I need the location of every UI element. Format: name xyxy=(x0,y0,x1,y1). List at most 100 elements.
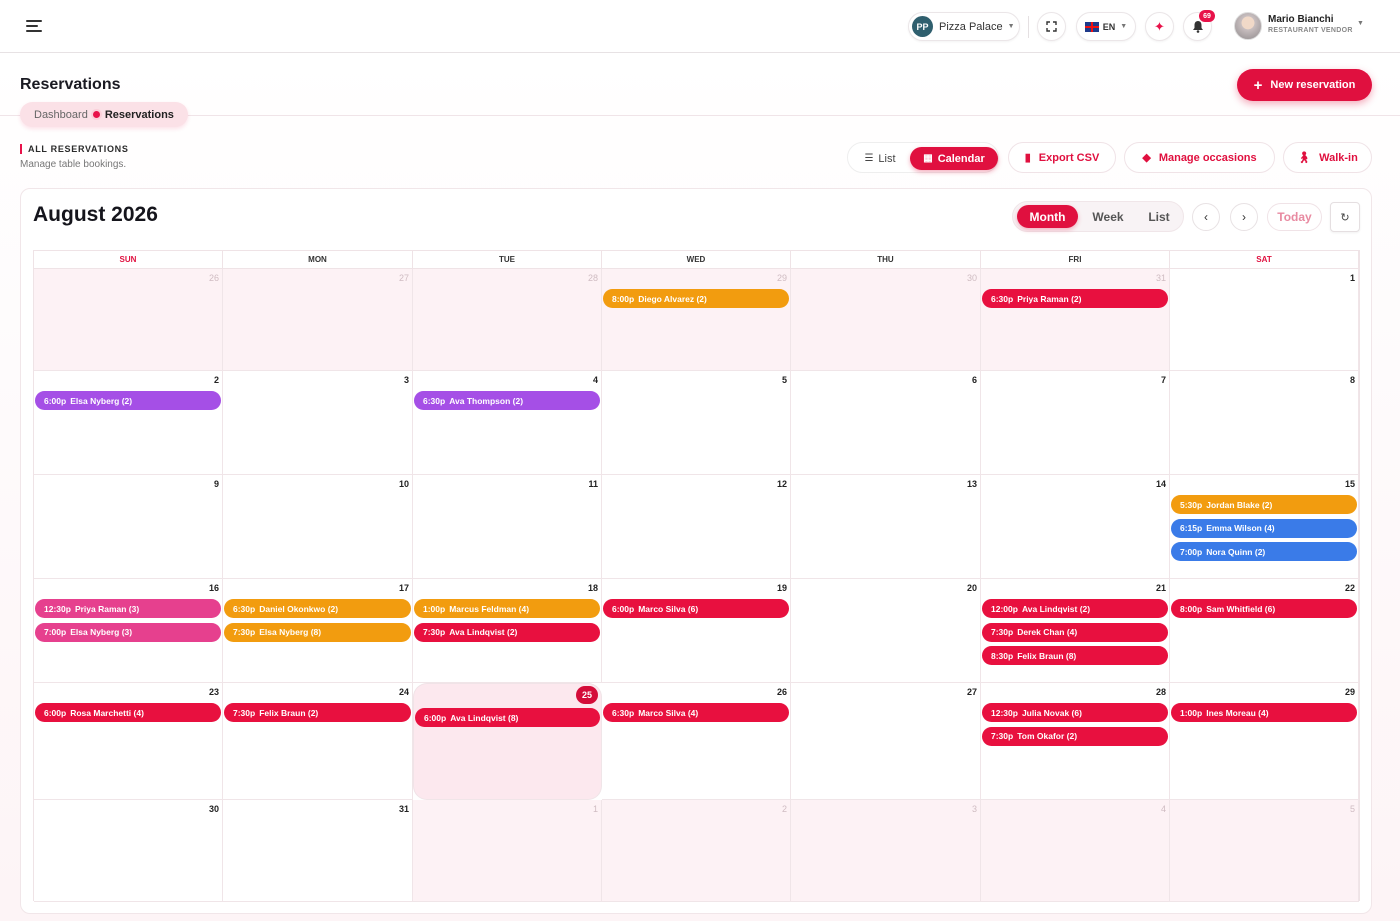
reservation-event[interactable]: 7:30p Tom Okafor (2) xyxy=(982,726,1168,746)
day-cell[interactable]: 3 xyxy=(791,800,981,902)
day-cell[interactable]: 23 6:00p Rosa Marchetti (4) xyxy=(34,683,223,800)
reservation-event[interactable]: 5:30p Jordan Blake (2) xyxy=(1171,495,1357,514)
reservation-event[interactable]: 6:00p Rosa Marchetti (4) xyxy=(35,703,221,722)
day-cell[interactable]: 16 12:30p Priya Raman (3) 7:00p Elsa Nyberg … xyxy=(34,579,223,683)
chevron-down-icon: ▼ xyxy=(1120,23,1128,30)
month-view-button[interactable]: Month xyxy=(1017,205,1078,228)
walk-in-button[interactable]: 🚶︎ Walk-in xyxy=(1283,142,1372,173)
language-selector[interactable]: EN ▼ xyxy=(1076,12,1136,41)
day-cell[interactable]: 8 xyxy=(1170,371,1359,475)
day-cell[interactable]: 6 xyxy=(791,371,981,475)
reservation-event[interactable]: 7:00p Nora Quinn (2) xyxy=(1171,542,1357,561)
reservation-event[interactable]: 6:30p Daniel Okonkwo (2) xyxy=(224,599,411,618)
reservation-event[interactable]: 6:00p Marco Silva (6) xyxy=(603,599,789,618)
day-number: 20 xyxy=(966,583,977,593)
previous-month-button[interactable]: ‹ xyxy=(1192,203,1220,231)
day-cell[interactable]: 26 xyxy=(34,269,223,371)
restaurant-selector[interactable]: PP Pizza Palace ▼ xyxy=(908,12,1020,41)
reservation-event[interactable]: 12:30p Priya Raman (3) xyxy=(35,599,221,618)
day-cell[interactable]: 7 xyxy=(981,371,1170,475)
refresh-icon: ↻ xyxy=(1340,211,1350,224)
reservation-event[interactable]: 6:30p Marco Silva (4) xyxy=(603,703,789,722)
breadcrumb-dashboard[interactable]: Dashboard xyxy=(34,109,88,121)
reservation-event[interactable]: 7:30p Elsa Nyberg (8) xyxy=(224,622,411,642)
day-cell[interactable]: 4 6:30p Ava Thompson (2) xyxy=(413,371,602,475)
day-cell[interactable]: 1 xyxy=(1170,269,1359,371)
day-cell[interactable]: 5 xyxy=(602,371,791,475)
day-cell[interactable]: 19 6:00p Marco Silva (6) xyxy=(602,579,791,683)
day-cell[interactable]: 31 xyxy=(223,800,413,902)
calendar-view-button[interactable]: ▦ Calendar xyxy=(910,147,998,170)
reservation-event[interactable]: 8:00p Sam Whitfield (6) xyxy=(1171,599,1357,618)
event-guest: Marcus Feldman (4) xyxy=(449,603,530,614)
day-cell[interactable]: 17 6:30p Daniel Okonkwo (2) 7:30p Elsa Nyber… xyxy=(223,579,413,683)
day-cell[interactable]: 28 12:30p Julia Novak (6) 7:30p Tom Okafor (… xyxy=(981,683,1170,800)
day-cell[interactable]: 3 xyxy=(223,371,413,475)
reservation-event[interactable]: 12:30p Julia Novak (6) xyxy=(982,703,1168,722)
reservation-event[interactable]: 7:30p Felix Braun (2) xyxy=(224,703,411,722)
day-number: 10 xyxy=(398,479,409,489)
day-cell[interactable]: 26 6:30p Marco Silva (4) xyxy=(602,683,791,800)
list-view-button[interactable]: ☰ List xyxy=(854,147,906,170)
fullscreen-button[interactable] xyxy=(1037,12,1066,41)
reservation-event[interactable]: 12:00p Ava Lindqvist (2) xyxy=(982,599,1168,618)
chevron-down-icon: ▼ xyxy=(1007,23,1015,30)
event-guest: Felix Braun (2) xyxy=(259,707,319,718)
reservation-event[interactable]: 1:00p Marcus Feldman (4) xyxy=(414,599,600,618)
reservation-event[interactable]: 1:00p Ines Moreau (4) xyxy=(1171,703,1357,722)
new-reservation-button[interactable]: + New reservation xyxy=(1237,69,1372,101)
next-month-button[interactable]: › xyxy=(1230,203,1258,231)
reservation-event[interactable]: 7:30p Ava Lindqvist (2) xyxy=(414,622,600,642)
user-name[interactable]: Mario Bianchi xyxy=(1268,14,1334,25)
day-cell[interactable]: 24 7:30p Felix Braun (2) xyxy=(223,683,413,800)
day-cell[interactable]: 27 xyxy=(791,683,981,800)
refresh-button[interactable]: ↻ xyxy=(1330,202,1360,232)
day-cell[interactable]: 1 xyxy=(413,800,602,902)
reservation-event[interactable]: 6:30p Ava Thompson (2) xyxy=(414,391,600,410)
reservation-event[interactable]: 6:15p Emma Wilson (4) xyxy=(1171,518,1357,538)
day-cell[interactable]: 13 xyxy=(791,475,981,579)
day-cell[interactable]: 31 6:30p Priya Raman (2) xyxy=(981,269,1170,371)
day-cell[interactable]: 11 xyxy=(413,475,602,579)
day-cell[interactable]: 25 6:00p Ava Lindqvist (8) xyxy=(413,683,602,800)
manage-occasions-button[interactable]: ◆ Manage occasions xyxy=(1124,142,1275,173)
day-cell[interactable]: 27 xyxy=(223,269,413,371)
day-cell[interactable]: 21 12:00p Ava Lindqvist (2) 7:30p Derek Chan… xyxy=(981,579,1170,683)
list-view-button[interactable]: List xyxy=(1139,205,1179,228)
day-cell[interactable]: 2 xyxy=(602,800,791,902)
day-cell[interactable]: 20 xyxy=(791,579,981,683)
reservation-event[interactable]: 6:00p Elsa Nyberg (2) xyxy=(35,391,221,410)
reservation-event[interactable]: 7:00p Elsa Nyberg (3) xyxy=(35,622,221,642)
day-cell[interactable]: 5 xyxy=(1170,800,1359,902)
day-cell[interactable]: 2 6:00p Elsa Nyberg (2) xyxy=(34,371,223,475)
ai-assistant-button[interactable]: ✦ xyxy=(1145,12,1174,41)
day-cell[interactable]: 10 xyxy=(223,475,413,579)
day-cell[interactable]: 9 xyxy=(34,475,223,579)
day-cell[interactable]: 30 xyxy=(791,269,981,371)
day-cell[interactable]: 30 xyxy=(34,800,223,902)
reservation-event[interactable]: 7:30p Derek Chan (4) xyxy=(982,622,1168,642)
reservation-event[interactable]: 6:00p Ava Lindqvist (8) xyxy=(415,708,600,727)
event-time: 12:30p xyxy=(44,603,71,614)
day-cell[interactable]: 22 8:00p Sam Whitfield (6) xyxy=(1170,579,1359,683)
walking-icon: 🚶︎ xyxy=(1297,152,1312,164)
reservation-event[interactable]: 8:00p Diego Alvarez (2) xyxy=(603,289,789,308)
day-cell[interactable]: 15 5:30p Jordan Blake (2) 6:15p Emma Wilson … xyxy=(1170,475,1359,579)
reservation-event[interactable]: 6:30p Priya Raman (2) xyxy=(982,289,1168,308)
reservation-event[interactable]: 8:30p Felix Braun (8) xyxy=(982,646,1168,665)
export-csv-button[interactable]: ▮ Export CSV xyxy=(1008,142,1116,173)
day-cell[interactable]: 28 xyxy=(413,269,602,371)
restaurant-logo: PP xyxy=(912,16,933,37)
today-button[interactable]: Today xyxy=(1267,203,1322,231)
menu-icon[interactable] xyxy=(26,20,42,33)
day-cell[interactable]: 18 1:00p Marcus Feldman (4) 7:30p Ava Lindqv… xyxy=(413,579,602,683)
day-cell[interactable]: 12 xyxy=(602,475,791,579)
chevron-down-icon[interactable]: ▼ xyxy=(1357,20,1364,27)
day-cell[interactable]: 29 8:00p Diego Alvarez (2) xyxy=(602,269,791,371)
day-cell[interactable]: 29 1:00p Ines Moreau (4) xyxy=(1170,683,1359,800)
week-view-button[interactable]: Week xyxy=(1083,205,1133,228)
day-cell[interactable]: 14 xyxy=(981,475,1170,579)
event-guest: Emma Wilson (4) xyxy=(1206,523,1275,533)
avatar[interactable] xyxy=(1234,12,1262,40)
day-cell[interactable]: 4 xyxy=(981,800,1170,902)
